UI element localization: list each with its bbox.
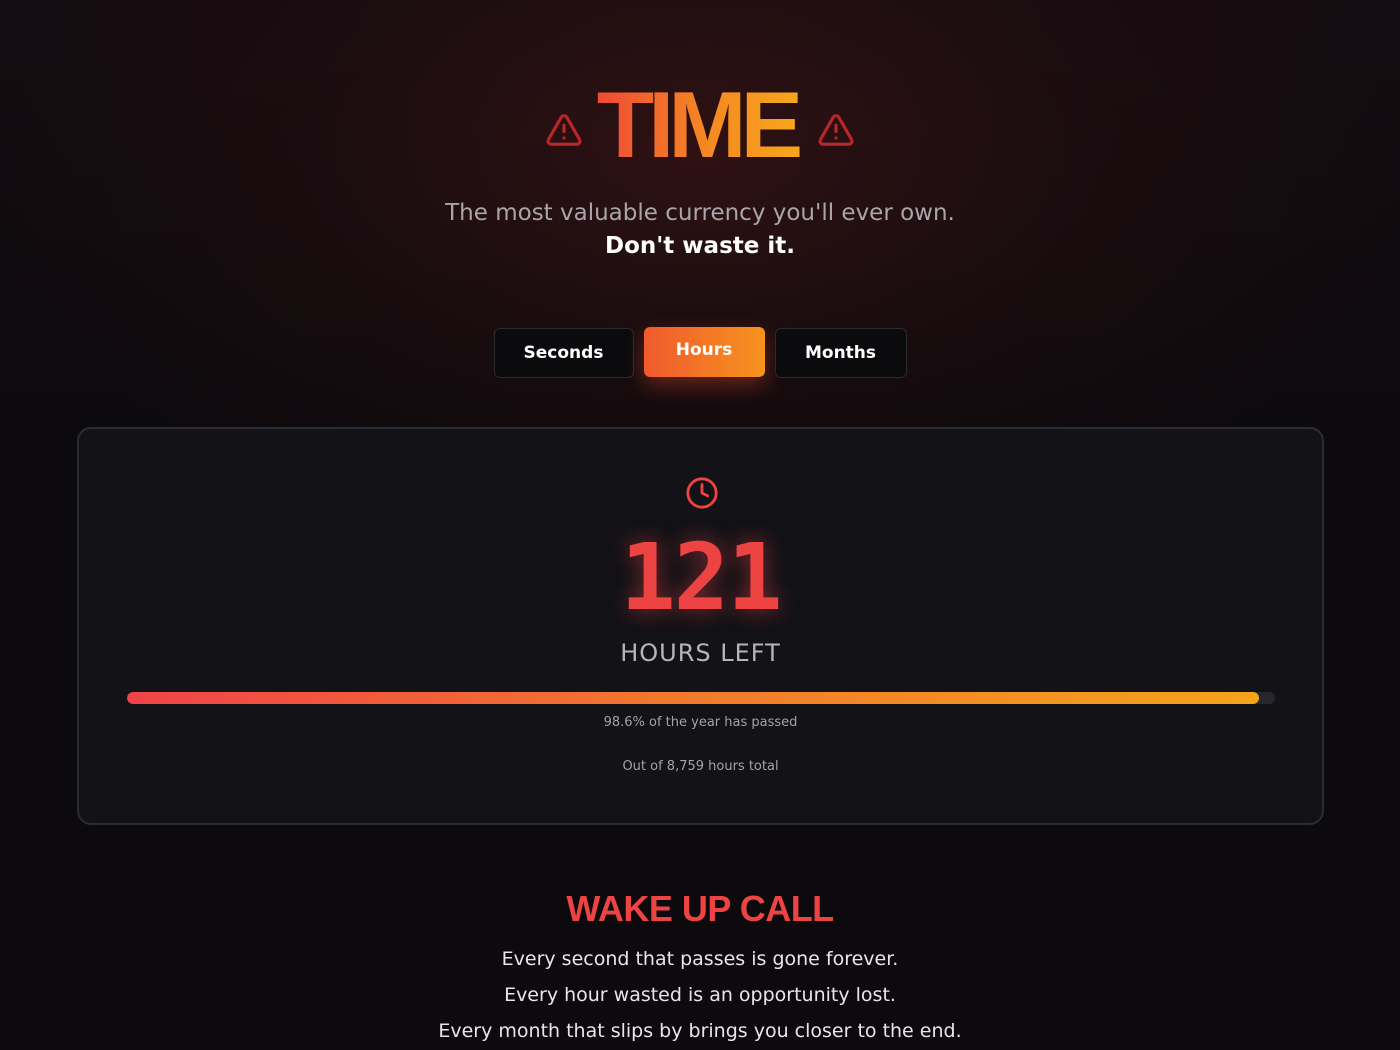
- tagline: The most valuable currency you'll ever o…: [445, 200, 955, 226]
- countdown-card: 121 HOURS LEFT 98.6% of the year has pas…: [77, 427, 1324, 825]
- countdown-unit-label: HOURS LEFT: [620, 639, 781, 667]
- page-header: TIME: [0, 70, 1400, 180]
- warning-triangle-icon: [546, 114, 582, 146]
- wake-up-line: Every month that slips by brings you clo…: [438, 1020, 962, 1042]
- warning-triangle-icon: [818, 114, 854, 146]
- wake-up-line: Every second that passes is gone forever…: [501, 948, 899, 970]
- clock-icon: [686, 477, 718, 509]
- year-progress-bar: [127, 692, 1275, 704]
- tab-seconds[interactable]: Seconds: [493, 328, 634, 378]
- wake-up-title: WAKE UP CALL: [566, 888, 834, 929]
- wake-up-line: Every hour wasted is an opportunity lost…: [504, 984, 896, 1006]
- tagline-emphasis: Don't waste it.: [605, 233, 795, 259]
- unit-tabs: Seconds Hours Months: [0, 327, 1400, 378]
- tab-hours[interactable]: Hours: [643, 327, 765, 377]
- total-caption: Out of 8,759 hours total: [622, 759, 779, 774]
- year-progress-fill: [127, 692, 1259, 704]
- progress-caption: 98.6% of the year has passed: [603, 715, 798, 730]
- countdown-value: 121: [620, 524, 782, 631]
- page-title: TIME: [597, 70, 804, 180]
- tab-months[interactable]: Months: [774, 328, 907, 378]
